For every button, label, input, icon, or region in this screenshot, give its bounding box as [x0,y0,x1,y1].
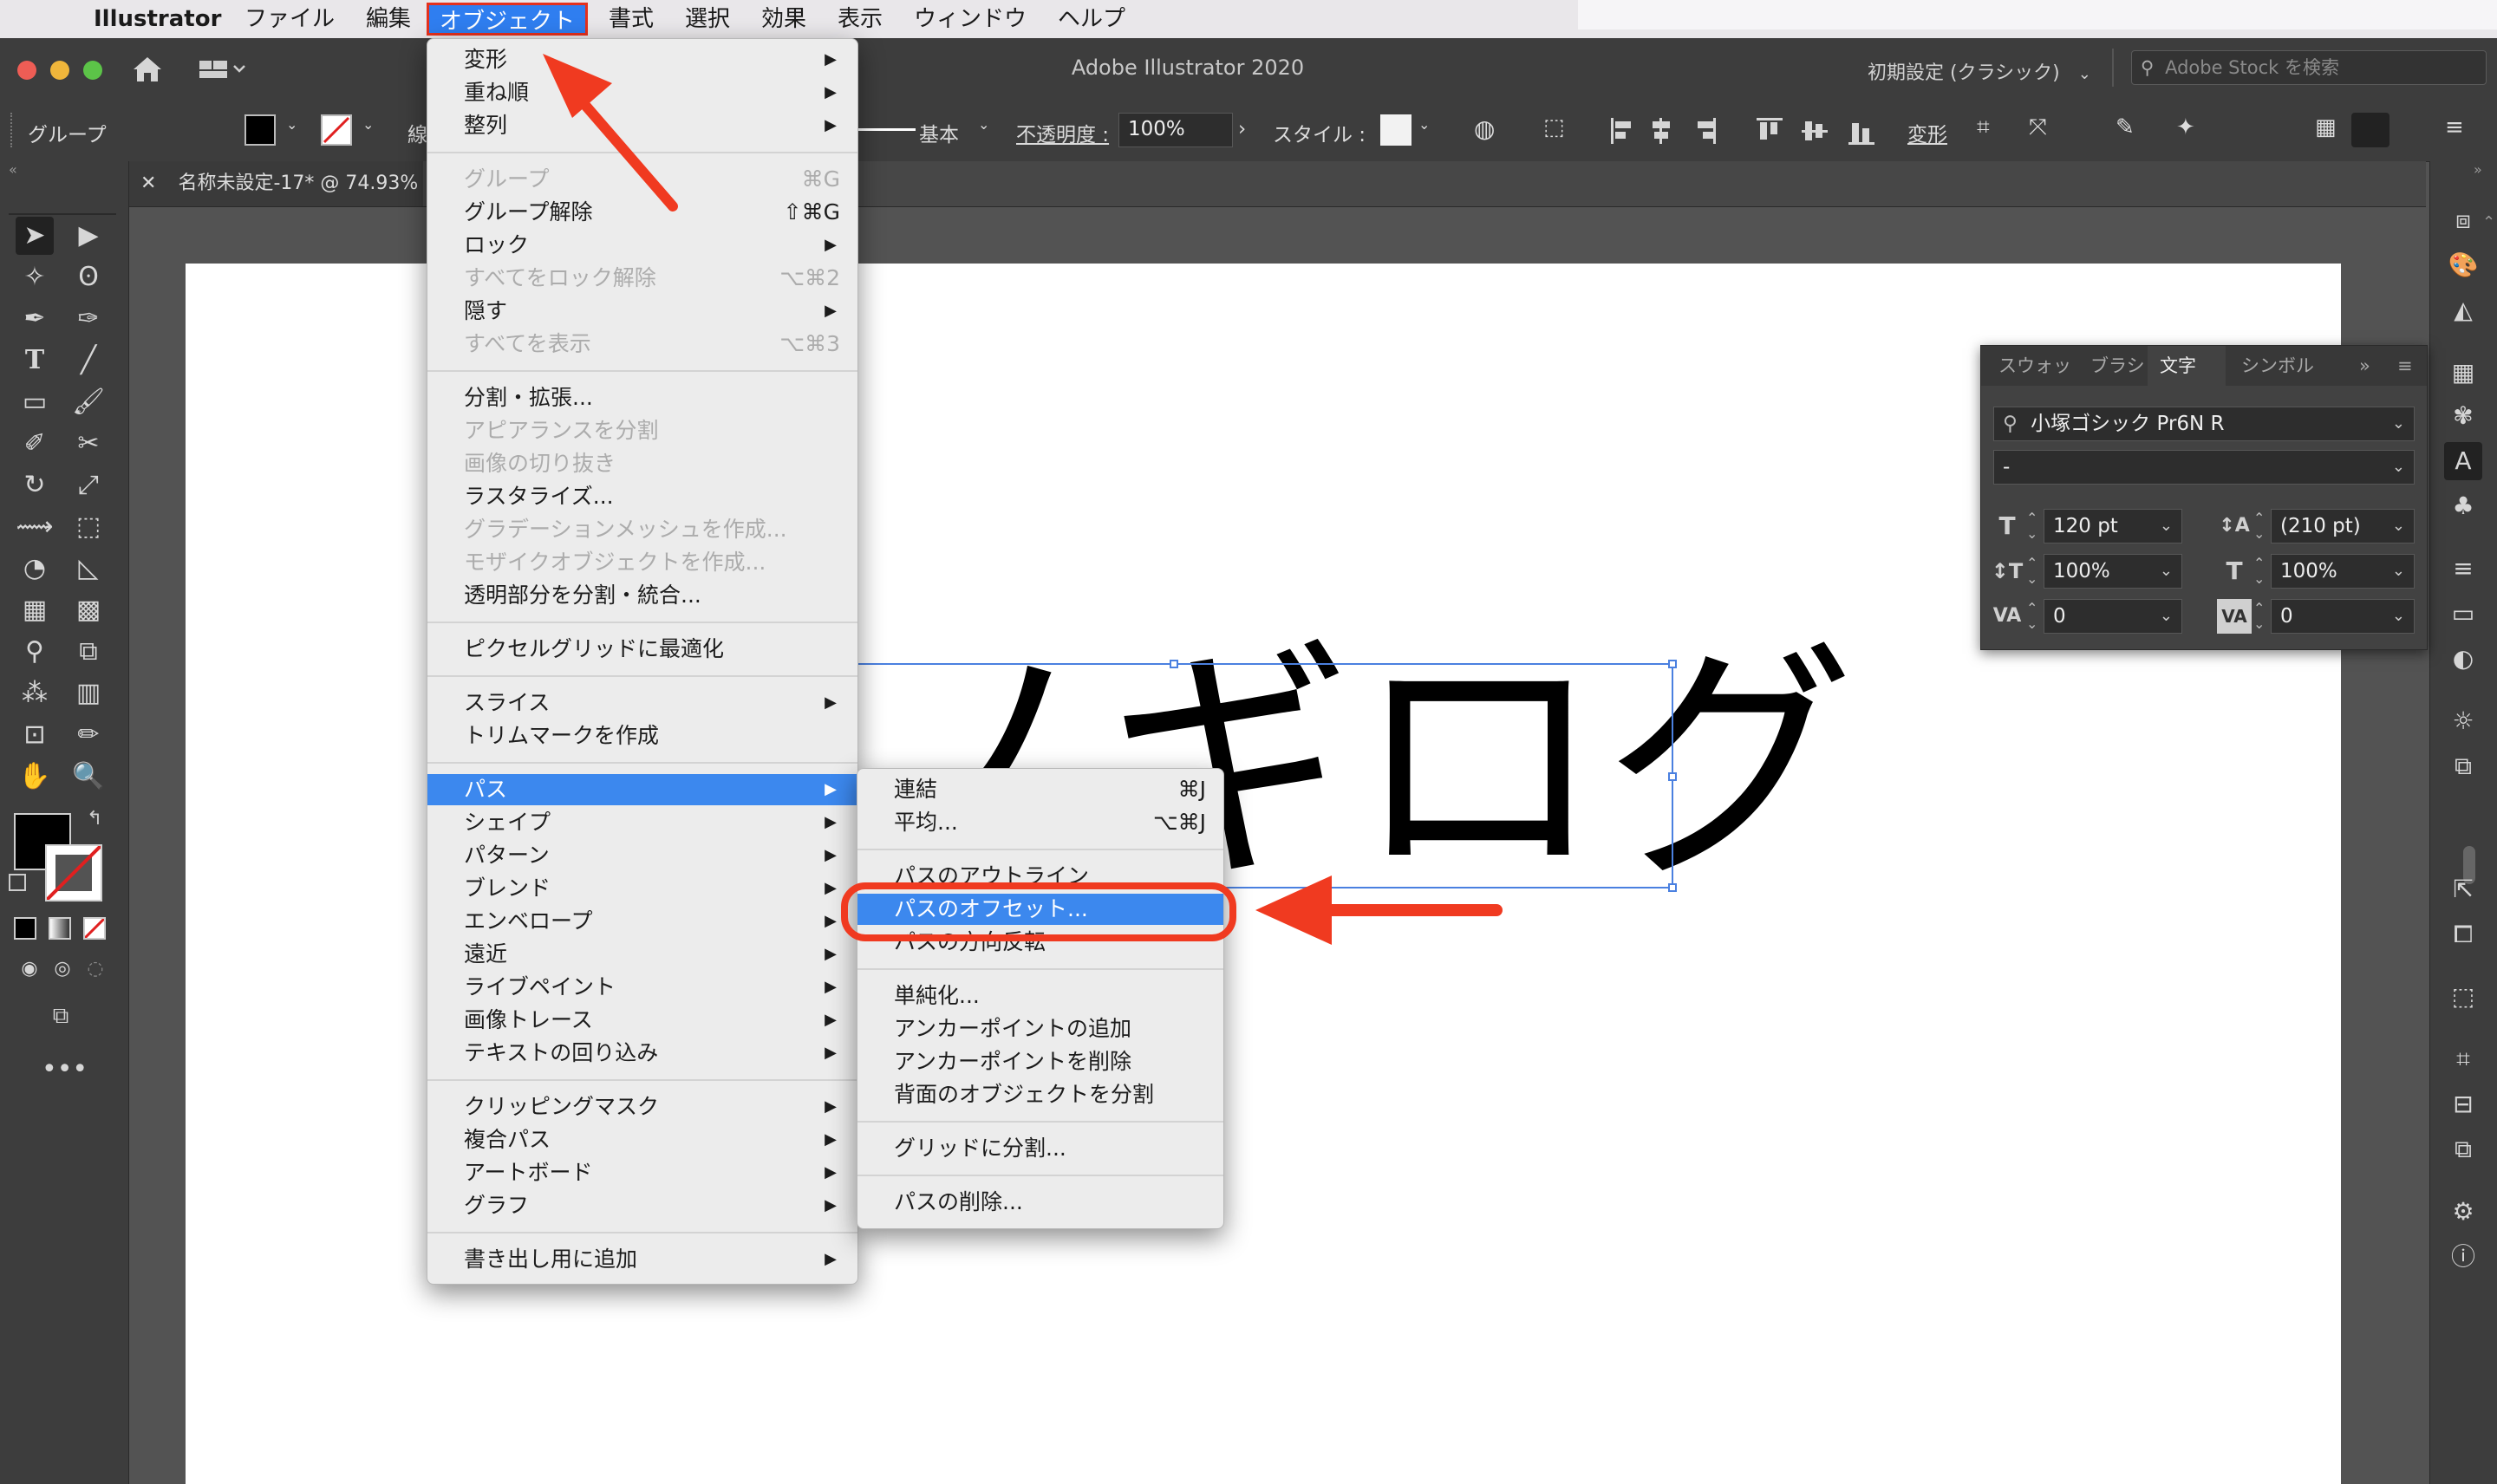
annotation-arrows [543,54,1503,945]
arrow-to-object-menu [543,54,678,212]
arrow-to-offset-path [1255,875,1503,945]
